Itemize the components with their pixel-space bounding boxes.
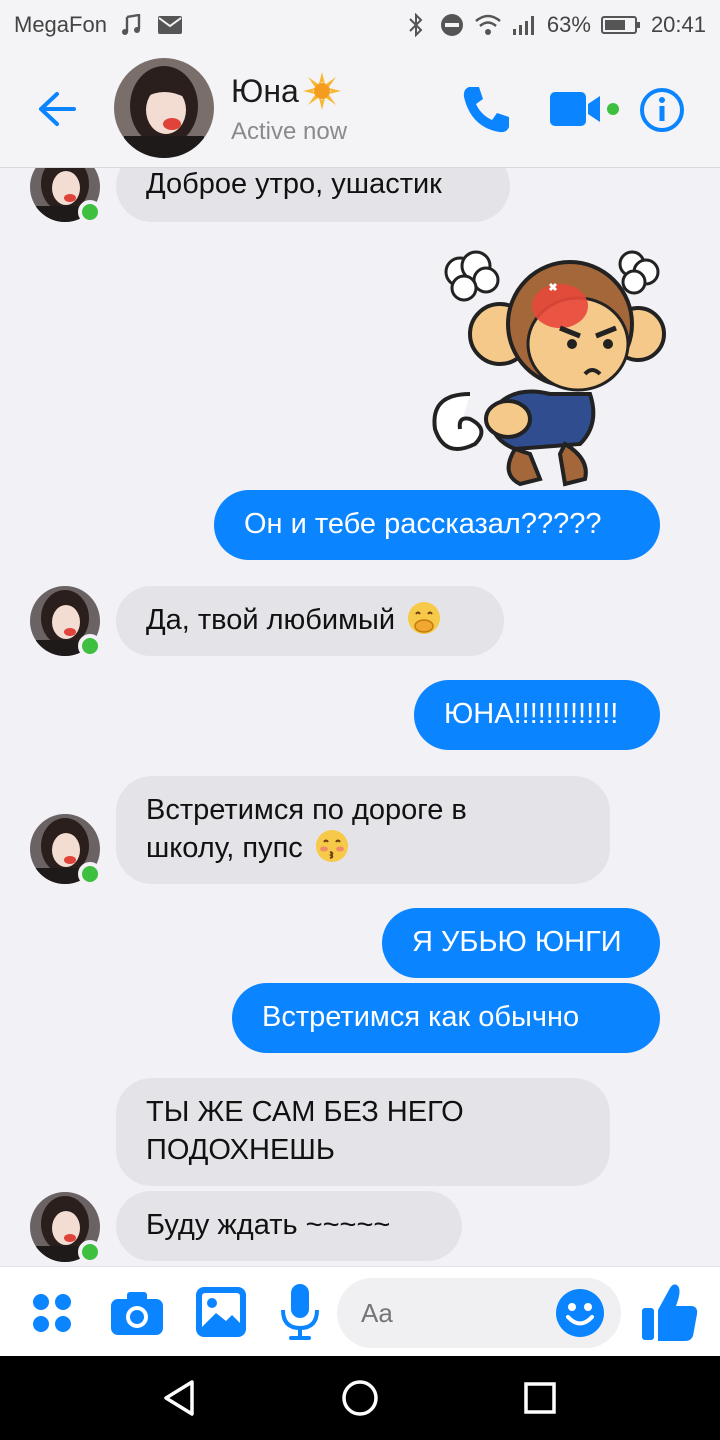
sun-icon (302, 72, 341, 110)
presence-status: Active now (231, 118, 348, 145)
message-bubble-incoming[interactable]: ТЫ ЖЕ САМ БЕЗ НЕГО ПОДОХНЕШЬ (116, 1078, 610, 1186)
conversation-header: Юна Active now (0, 50, 720, 168)
video-camera-icon (550, 92, 619, 126)
music-note-icon (119, 12, 145, 38)
wifi-icon (475, 12, 501, 38)
do-not-disturb-icon (439, 12, 465, 38)
camera-button[interactable] (108, 1287, 166, 1339)
hand-over-mouth-emoji (408, 602, 441, 634)
online-indicator (78, 862, 102, 886)
message-bubble-outgoing[interactable]: Я УБЬЮ ЮНГИ (382, 908, 660, 978)
contact-info[interactable]: Юна Active now (231, 72, 347, 146)
gallery-icon (196, 1287, 246, 1337)
nav-back-button[interactable] (152, 1370, 208, 1426)
clock: 20:41 (650, 12, 706, 37)
battery-icon (600, 12, 641, 38)
sender-avatar[interactable] (30, 586, 102, 658)
apps-button[interactable] (28, 1289, 76, 1337)
info-button[interactable] (638, 86, 686, 134)
recents-square-icon (524, 1382, 556, 1414)
online-indicator (78, 634, 102, 658)
thumbs-up-icon (642, 1284, 698, 1341)
message-thread[interactable]: Доброе утро, ушастик Он и тебе рассказал… (0, 168, 720, 1266)
gallery-button[interactable] (192, 1283, 250, 1341)
system-navigation-bar (0, 1356, 720, 1440)
contact-name: Юна (231, 72, 347, 110)
sender-avatar[interactable] (30, 1192, 102, 1264)
bluetooth-icon (403, 12, 429, 38)
emoji-button[interactable] (554, 1287, 606, 1339)
message-bubble-outgoing[interactable]: ЮНА!!!!!!!!!!!!! (414, 680, 660, 750)
mail-icon (157, 12, 183, 38)
message-bubble-incoming[interactable]: Доброе утро, ушастик (116, 168, 510, 222)
apps-icon (33, 1294, 71, 1332)
carrier-name: MegaFon (14, 12, 107, 37)
emoji-icon (556, 1289, 604, 1337)
battery-percent: 63% (546, 12, 591, 37)
message-bubble-outgoing[interactable]: Встретимся как обычно (232, 983, 660, 1053)
contact-avatar[interactable] (114, 58, 214, 158)
message-bubble-incoming[interactable]: Буду ждать ~~~~~ (116, 1191, 462, 1261)
sender-avatar[interactable] (30, 168, 102, 224)
phone-icon (463, 87, 509, 133)
status-bar: MegaFon 63% 20:41 (0, 0, 720, 50)
voice-call-button[interactable] (458, 80, 516, 138)
like-button[interactable] (638, 1279, 702, 1345)
angry-monkey-sticker[interactable] (420, 244, 670, 489)
message-composer (0, 1266, 720, 1356)
camera-icon (111, 1292, 163, 1335)
message-bubble-incoming[interactable]: Встретимся по дороге в школу, пупс (116, 776, 610, 884)
nav-recents-button[interactable] (512, 1370, 568, 1426)
kissing-emoji (315, 830, 348, 862)
info-icon (640, 88, 684, 132)
microphone-icon (281, 1284, 319, 1340)
online-indicator (78, 1240, 102, 1264)
nav-home-button[interactable] (332, 1370, 388, 1426)
back-arrow-icon (39, 92, 76, 126)
message-bubble-incoming[interactable]: Да, твой любимый (116, 586, 504, 656)
online-indicator (78, 200, 102, 224)
signal-icon (511, 12, 537, 38)
home-circle-icon (342, 1380, 378, 1416)
video-call-button[interactable] (548, 88, 622, 130)
back-button[interactable] (34, 86, 80, 132)
back-triangle-icon (164, 1380, 194, 1416)
microphone-button[interactable] (276, 1281, 324, 1343)
message-bubble-outgoing[interactable]: Он и тебе рассказал????? (214, 490, 660, 560)
sender-avatar[interactable] (30, 814, 102, 886)
